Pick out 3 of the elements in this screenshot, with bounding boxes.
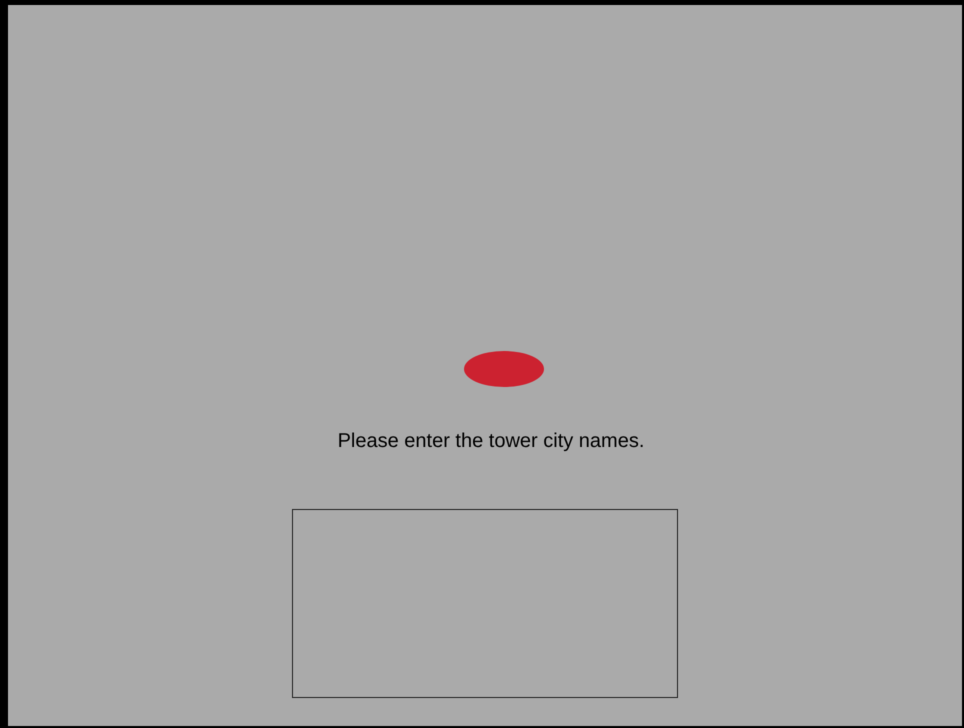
oval-icon	[464, 351, 544, 387]
prompt-text: Please enter the tower city names.	[338, 429, 644, 453]
answer-box[interactable]	[292, 509, 678, 698]
